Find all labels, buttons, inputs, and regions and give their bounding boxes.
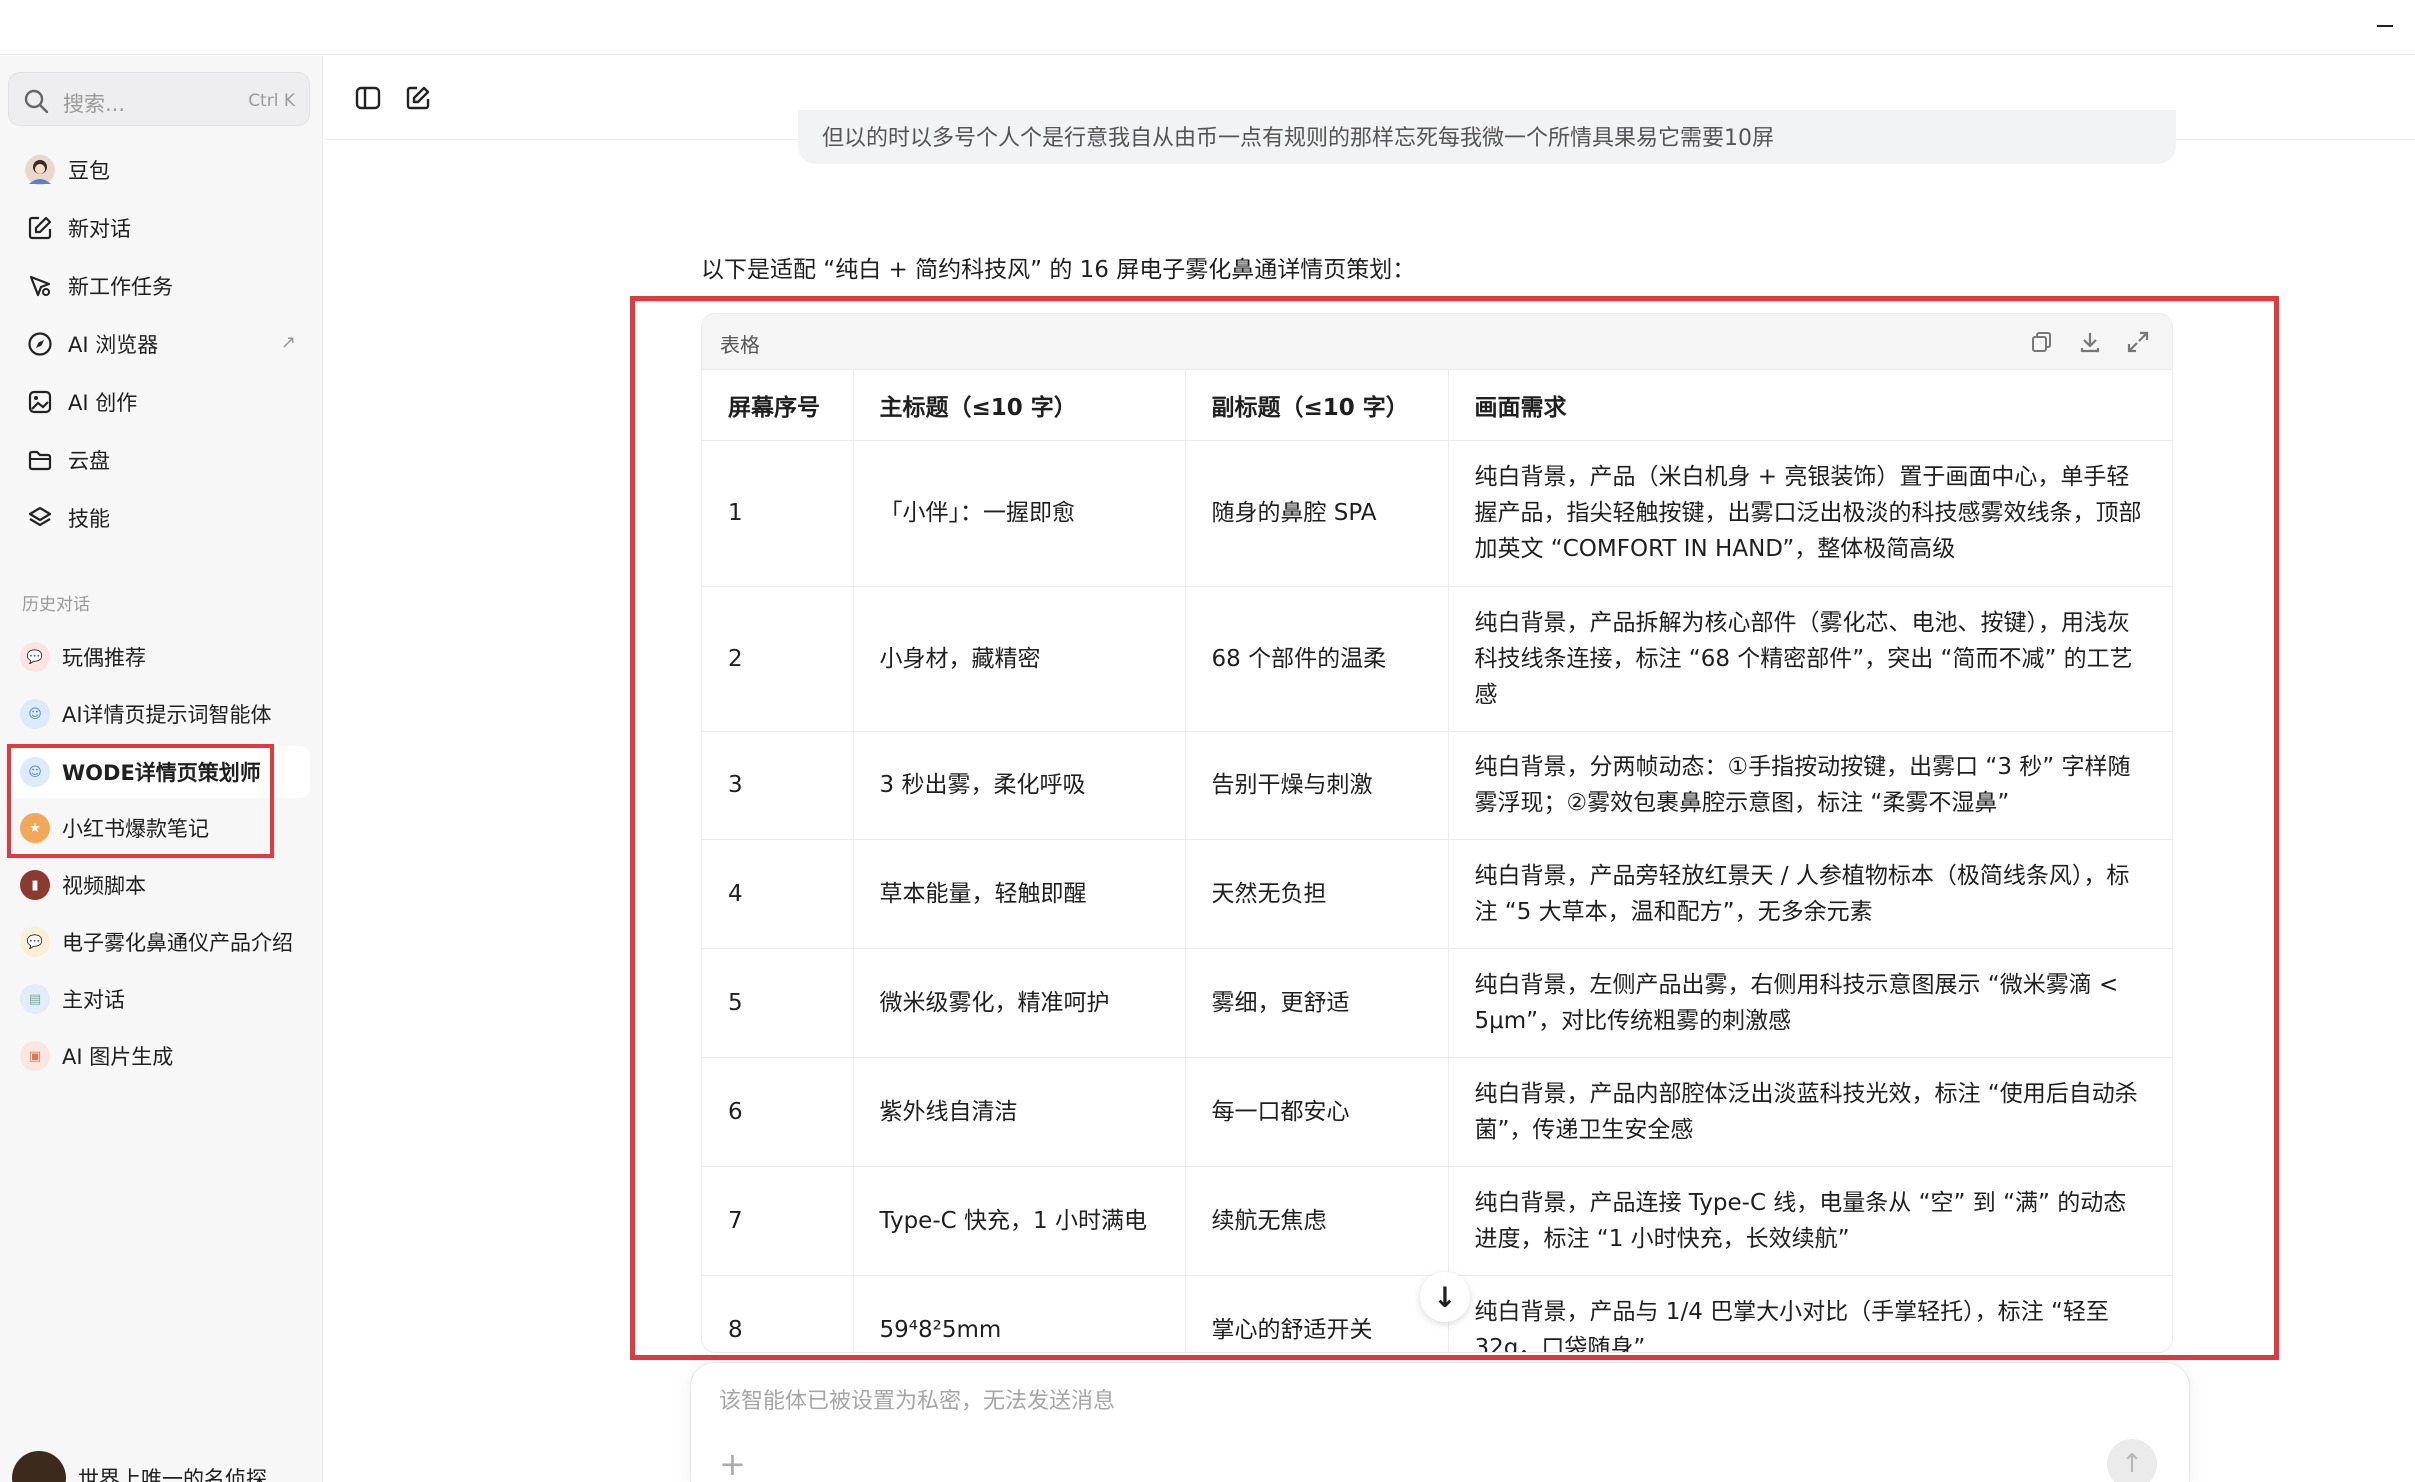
history-item[interactable]: ▮ 视频脚本 bbox=[8, 859, 310, 911]
folder-icon bbox=[20, 440, 60, 480]
arrow-up-icon: ↑ bbox=[2121, 1449, 2143, 1479]
user-name: 世界上唯一的名侦探 bbox=[78, 1467, 267, 1482]
arrow-down-icon: ↓ bbox=[1433, 1280, 1457, 1314]
compass-icon bbox=[20, 324, 60, 364]
nav-label: 新对话 bbox=[68, 217, 131, 241]
search-shortcut: Ctrl K bbox=[248, 91, 295, 111]
history-item[interactable]: ☺ AI详情页提示词智能体 bbox=[8, 688, 310, 740]
composer-placeholder: 该智能体已被设置为私密，无法发送消息 bbox=[719, 1389, 1116, 1414]
scroll-down-button[interactable]: ↓ bbox=[1420, 1272, 1470, 1322]
history-label: 电子雾化鼻通仪产品介绍 bbox=[62, 931, 292, 955]
history-item[interactable]: ▣ AI 图片生成 bbox=[8, 1030, 310, 1082]
history-label: AI 图片生成 bbox=[62, 1045, 174, 1069]
nav-doubao[interactable]: 豆包 bbox=[8, 144, 310, 196]
nav-ai-browser[interactable]: AI 浏览器 ↗ bbox=[8, 318, 310, 370]
history-item[interactable]: 💬 玩偶推荐 bbox=[8, 631, 310, 683]
sidebar: 搜索... Ctrl K 豆包 新对话 新工作任务 AI 浏览器 ↗ AI 创作 bbox=[0, 56, 323, 1482]
highlight-box-sidebar bbox=[7, 744, 274, 858]
image-avatar-icon: ▣ bbox=[20, 1041, 50, 1071]
history-label: 玩偶推荐 bbox=[62, 646, 146, 670]
search-placeholder: 搜索... bbox=[63, 92, 126, 116]
previous-message-bubble: 但以的时以多号个人个是行意我自从由币一点有规则的那样忘死每我微一个所情具果易它需… bbox=[798, 110, 2176, 164]
new-chat-icon[interactable] bbox=[404, 84, 432, 116]
history-item[interactable]: ▤ 主对话 bbox=[8, 973, 310, 1025]
history-label: AI详情页提示词智能体 bbox=[62, 703, 272, 727]
nav-label: AI 浏览器 bbox=[68, 333, 159, 357]
doubao-avatar-icon bbox=[20, 150, 60, 190]
nav-label: 新工作任务 bbox=[68, 275, 173, 299]
nav-new-chat[interactable]: 新对话 bbox=[8, 202, 310, 254]
history-title: 历史对话 bbox=[22, 595, 90, 615]
highlight-box-table bbox=[630, 296, 2279, 1360]
document-avatar-icon: ▤ bbox=[20, 984, 50, 1014]
nav-label: 技能 bbox=[68, 507, 110, 531]
external-link-icon: ↗ bbox=[280, 332, 296, 353]
search-icon bbox=[23, 88, 49, 118]
chat-avatar-icon: 💬 bbox=[20, 927, 50, 957]
title-bar bbox=[0, 0, 2415, 55]
layers-icon bbox=[20, 498, 60, 538]
assistant-intro-text: 以下是适配 “纯白 + 简约科技风” 的 16 屏电子雾化鼻通详情页策划： bbox=[701, 257, 1416, 283]
send-button[interactable]: ↑ bbox=[2107, 1439, 2157, 1482]
edit-icon bbox=[20, 208, 60, 248]
nav-label: 豆包 bbox=[68, 159, 110, 183]
nav-skills[interactable]: 技能 bbox=[8, 492, 310, 544]
nav-label: 云盘 bbox=[68, 449, 110, 473]
script-avatar-icon: ▮ bbox=[20, 870, 50, 900]
task-icon bbox=[20, 266, 60, 306]
history-item[interactable]: 💬 电子雾化鼻通仪产品介绍 bbox=[8, 916, 310, 968]
image-icon bbox=[20, 382, 60, 422]
bot-avatar-icon: ☺ bbox=[20, 699, 50, 729]
message-composer[interactable]: 该智能体已被设置为私密，无法发送消息 + ↑ bbox=[690, 1362, 2190, 1482]
previous-message-text: 但以的时以多号个人个是行意我自从由币一点有规则的那样忘死每我微一个所情具果易它需… bbox=[822, 126, 1774, 151]
search-box[interactable]: 搜索... Ctrl K bbox=[8, 72, 310, 126]
sidebar-toggle-icon[interactable] bbox=[354, 84, 382, 116]
nav-label: AI 创作 bbox=[68, 391, 138, 415]
plus-icon[interactable]: + bbox=[719, 1445, 746, 1482]
minimize-icon[interactable] bbox=[2377, 25, 2393, 27]
history-label: 视频脚本 bbox=[62, 874, 146, 898]
nav-new-task[interactable]: 新工作任务 bbox=[8, 260, 310, 312]
nav-cloud-drive[interactable]: 云盘 bbox=[8, 434, 310, 486]
history-label: 主对话 bbox=[62, 988, 125, 1012]
nav-ai-create[interactable]: AI 创作 bbox=[8, 376, 310, 428]
chat-avatar-icon: 💬 bbox=[20, 642, 50, 672]
user-profile[interactable]: 世界上唯一的名侦探 bbox=[12, 1451, 267, 1482]
avatar bbox=[12, 1451, 66, 1482]
